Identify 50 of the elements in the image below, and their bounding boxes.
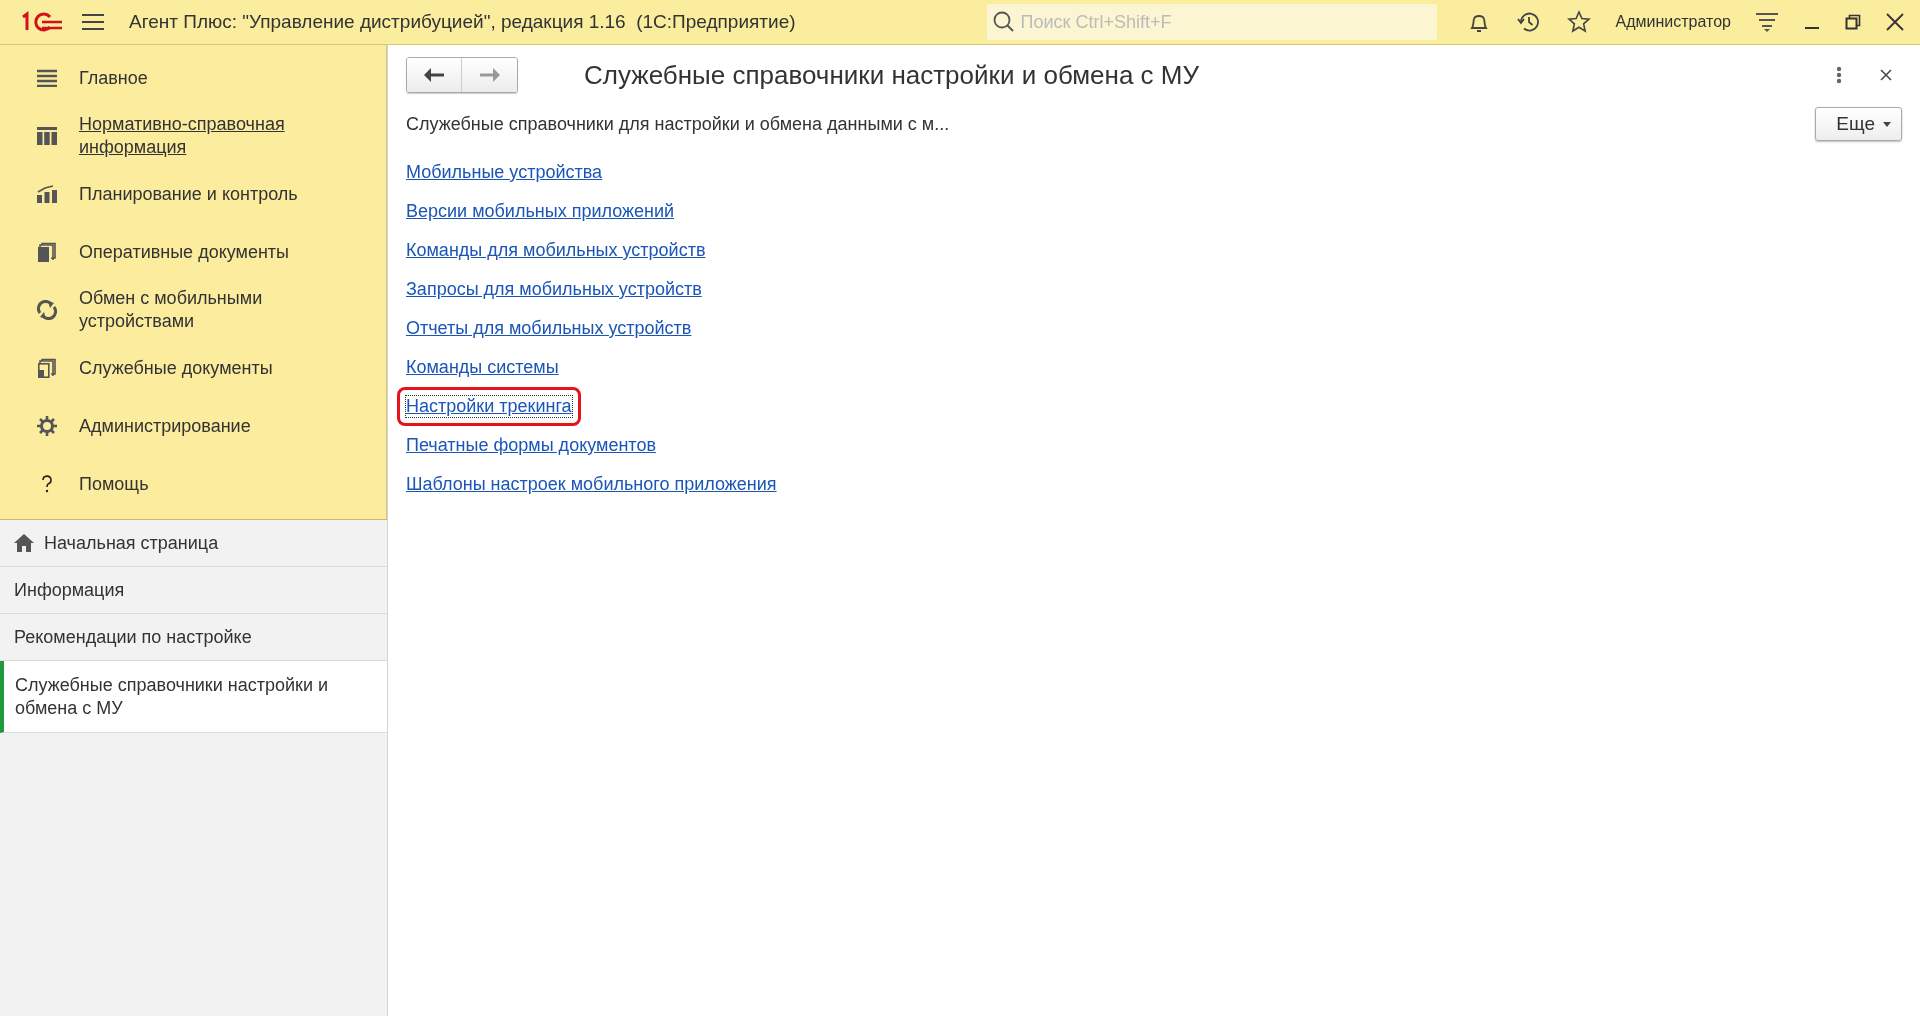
sync-icon	[36, 300, 57, 320]
bar-chart-icon	[36, 185, 57, 203]
link[interactable]: Настройки трекинга	[406, 396, 572, 417]
search-input[interactable]: Поиск Ctrl+Shift+F	[1018, 10, 1423, 34]
help-icon	[40, 475, 53, 493]
more-button[interactable]: Еще	[1815, 107, 1902, 141]
settings-icon	[36, 416, 57, 436]
history-icon[interactable]	[1515, 10, 1542, 34]
window-title: Агент Плюс: "Управление дистрибуцией", редакция 1.16 (1С:Предприятие)	[129, 11, 796, 33]
form-description: Служебные справочники для настройки и обмена данными с м...	[406, 113, 950, 135]
caret-icon	[1883, 121, 1891, 127]
form-title: Служебные справочники настройки и обмена с МУ	[584, 59, 1199, 91]
search-field[interactable]: Поиск Ctrl+Shift+F	[986, 4, 1437, 40]
link[interactable]: Печатные формы документов	[406, 435, 656, 456]
close-icon[interactable]	[1880, 69, 1892, 81]
link[interactable]: Команды системы	[406, 357, 559, 378]
link[interactable]: Запросы для мобильных устройств	[406, 279, 702, 300]
books-icon	[36, 127, 57, 145]
section-item[interactable]: Служебные документы	[0, 339, 386, 397]
restore-icon[interactable]	[1845, 14, 1861, 30]
section-item[interactable]: Обмен с мобильными устройствами	[0, 281, 386, 339]
open-page-tab[interactable]: Информация	[0, 567, 387, 614]
link[interactable]: Отчеты для мобильных устройств	[406, 318, 692, 339]
documents-icon	[37, 242, 56, 262]
more-icon[interactable]	[1836, 66, 1842, 84]
search-icon	[992, 11, 1015, 33]
section-item[interactable]: Планирование и контроль	[0, 165, 386, 223]
close-icon[interactable]	[1886, 13, 1904, 31]
open-page-tab[interactable]: Начальная страница	[0, 520, 387, 567]
arrow-left-icon	[423, 67, 445, 83]
link[interactable]: Команды для мобильных устройств	[406, 240, 706, 261]
link[interactable]: Мобильные устройства	[406, 162, 603, 183]
section-item[interactable]: Оперативные документы	[0, 223, 386, 281]
section-item[interactable]: Администрирование	[0, 397, 386, 455]
menu-icon[interactable]	[82, 13, 104, 31]
back-button[interactable]	[407, 58, 462, 92]
home-icon	[14, 534, 34, 552]
star-icon[interactable]	[1566, 10, 1591, 34]
logo-icon	[20, 11, 64, 33]
documents-icon	[37, 358, 56, 378]
link[interactable]: Шаблоны настроек мобильного приложения	[406, 474, 777, 495]
list-icon	[36, 69, 57, 87]
open-page-tab[interactable]: Служебные справочники настройки и обмена с МУ	[0, 661, 387, 733]
section-item[interactable]: Главное	[0, 49, 386, 107]
section-item[interactable]: Помощь	[0, 455, 386, 513]
filter-menu-icon[interactable]	[1755, 11, 1779, 33]
arrow-right-icon	[478, 67, 501, 83]
user-name[interactable]: Администратор	[1615, 13, 1731, 31]
link[interactable]: Версии мобильных приложений	[406, 201, 675, 222]
section-item[interactable]: Нормативно-справочная информация	[0, 107, 386, 165]
